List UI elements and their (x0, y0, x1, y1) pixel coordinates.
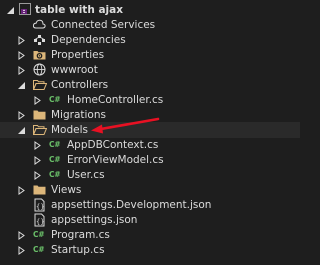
solution-explorer-tree: table with ajax Connected Services Depen… (0, 0, 300, 265)
annotation-arrow-icon (91, 117, 160, 134)
